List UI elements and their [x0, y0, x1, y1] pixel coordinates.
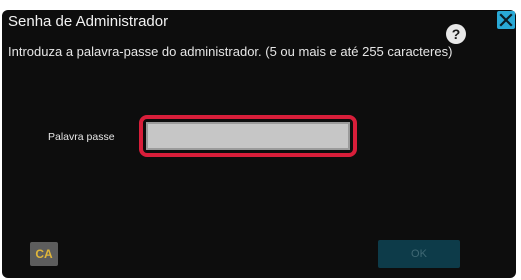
- close-button[interactable]: [497, 11, 515, 29]
- password-label: Palavra passe: [48, 131, 115, 143]
- dialog-title: Senha de Administrador: [8, 13, 169, 30]
- password-field[interactable]: [146, 122, 350, 150]
- clear-all-button[interactable]: CA: [30, 242, 58, 266]
- screen: Senha de Administrador ? Introduza a pal…: [0, 0, 521, 280]
- ok-button[interactable]: OK: [378, 240, 460, 268]
- close-x-icon: [499, 13, 513, 27]
- help-button[interactable]: ?: [446, 24, 466, 44]
- instruction-text: Introduza a palavra-passe do administrad…: [8, 44, 453, 59]
- question-mark-icon: ?: [451, 26, 461, 42]
